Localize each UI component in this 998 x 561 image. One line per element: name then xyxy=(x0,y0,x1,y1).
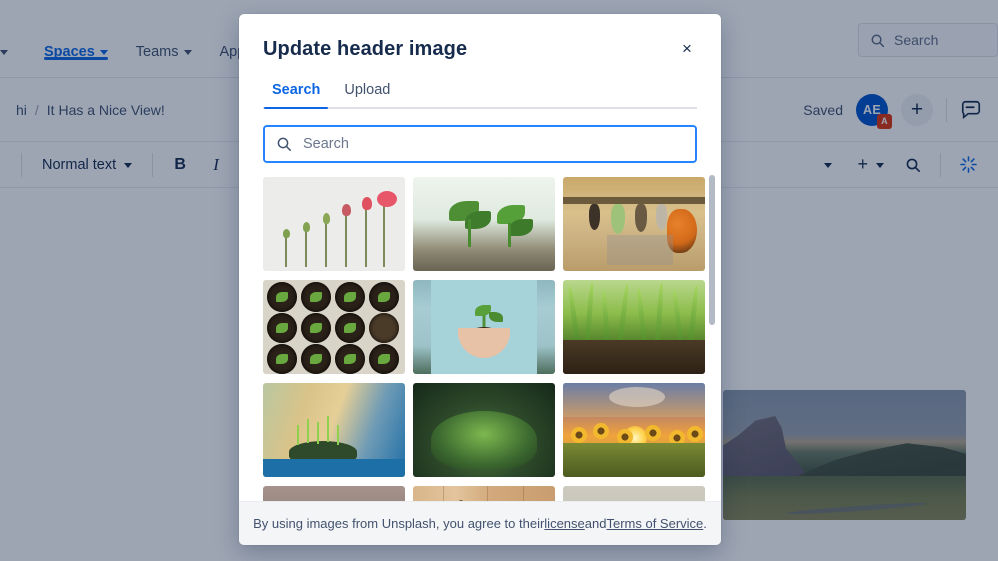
tab-label: Search xyxy=(272,82,321,98)
list-item[interactable] xyxy=(413,177,555,271)
list-item[interactable] xyxy=(413,486,555,501)
list-item[interactable] xyxy=(413,383,555,477)
search-icon xyxy=(277,137,291,151)
list-item[interactable] xyxy=(563,177,705,271)
list-item[interactable] xyxy=(263,280,405,374)
terms-of-service-link[interactable]: Terms of Service xyxy=(606,516,703,531)
tab-search[interactable]: Search xyxy=(264,78,329,109)
search-section xyxy=(239,109,721,163)
shelf xyxy=(563,197,705,204)
tab-upload[interactable]: Upload xyxy=(336,78,398,109)
image-search-box[interactable] xyxy=(263,125,697,163)
close-label: × xyxy=(682,39,692,58)
dialog-footer: By using images from Unsplash, you agree… xyxy=(239,501,721,545)
image-results-scroll-area[interactable] xyxy=(239,163,721,501)
list-item[interactable] xyxy=(563,486,705,501)
license-link[interactable]: license xyxy=(544,516,584,531)
bush-mound xyxy=(431,411,537,469)
list-item[interactable] xyxy=(563,280,705,374)
image-results-grid xyxy=(263,177,705,501)
scrollbar-thumb[interactable] xyxy=(709,175,715,325)
footer-prefix: By using images from Unsplash, you agree… xyxy=(253,516,545,531)
tab-label: Upload xyxy=(344,82,391,98)
footer-suffix: . xyxy=(703,516,707,531)
dialog-title: Update header image xyxy=(263,38,468,60)
list-item[interactable] xyxy=(413,280,555,374)
dialog-tabs: Search Upload xyxy=(263,78,697,109)
list-item[interactable] xyxy=(563,383,705,477)
list-item[interactable] xyxy=(263,486,405,501)
close-icon[interactable]: × xyxy=(672,34,702,64)
dialog-header: Update header image × Search Upload xyxy=(239,14,721,109)
app-root: Spaces Teams Apps T xyxy=(0,0,998,561)
search-input[interactable] xyxy=(303,136,684,152)
footer-middle: and xyxy=(584,516,607,531)
list-item[interactable] xyxy=(263,177,405,271)
list-item[interactable] xyxy=(263,383,405,477)
update-header-image-dialog: Update header image × Search Upload Sear… xyxy=(239,14,721,545)
